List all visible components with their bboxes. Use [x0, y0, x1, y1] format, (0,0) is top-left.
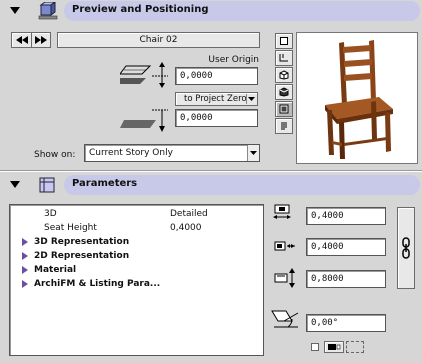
user-origin-label: User Origin [208, 55, 259, 65]
rotation-angle-input[interactable]: 0,00° [306, 314, 386, 332]
user-origin-height-icon [120, 62, 168, 88]
reference-dropdown-label: to Project Zero [184, 94, 247, 104]
show-on-value: Current Story Only [89, 148, 173, 158]
3d-box-icon[interactable] [275, 67, 293, 83]
param-group-2d[interactable]: 2D Representation [10, 249, 263, 263]
floor-plan-icon[interactable] [275, 33, 293, 49]
mirror-normal-icon [328, 344, 341, 350]
param-label: Seat Height [44, 223, 97, 233]
elevation-input[interactable]: 0,0000 [175, 109, 258, 127]
collapse-triangle-icon[interactable] [10, 7, 20, 14]
show-on-label: Show on: [34, 150, 76, 160]
expand-triangle-icon[interactable] [22, 280, 28, 288]
show-on-select[interactable]: Current Story Only [84, 144, 260, 162]
param-group-listing[interactable]: ArchiFM & Listing Para... [10, 277, 263, 291]
expand-triangle-icon[interactable] [22, 238, 28, 246]
select-arrow-icon [247, 145, 259, 161]
dimension-a-input[interactable]: 0,4000 [306, 207, 386, 225]
param-row[interactable]: 3D Detailed [10, 207, 263, 221]
3d-solid-icon[interactable] [275, 84, 293, 100]
section-divider [0, 170, 422, 172]
elevation-icon [120, 109, 168, 132]
param-value: 0,4000 [170, 223, 202, 233]
rotation-angle-icon [271, 310, 299, 328]
mirror-flipped-button[interactable] [346, 341, 364, 353]
height-c-icon [274, 268, 295, 288]
list-icon[interactable] [275, 118, 293, 134]
object-preview-pane [296, 32, 418, 164]
expand-triangle-icon[interactable] [22, 252, 28, 260]
previous-object-button[interactable] [12, 33, 32, 47]
preview-section-icon [38, 2, 58, 20]
parameters-section-title: Parameters [72, 178, 138, 189]
object-name-field[interactable]: Chair 02 [57, 32, 260, 48]
mirror-off-button[interactable] [311, 343, 319, 351]
group-label: Material [34, 265, 77, 275]
fast-forward-icon [35, 36, 47, 44]
parameters-section-icon [39, 177, 55, 193]
chair-preview-image [325, 40, 393, 159]
group-label: 3D Representation [34, 237, 130, 247]
user-origin-input[interactable]: 0,0000 [175, 67, 258, 85]
param-label: 3D [44, 209, 57, 219]
expand-triangle-icon[interactable] [22, 266, 28, 274]
rewind-icon [15, 36, 28, 44]
param-row[interactable]: Seat Height 0,4000 [10, 221, 263, 235]
depth-b-icon [274, 241, 295, 251]
mirror-normal-button[interactable] [324, 341, 344, 353]
group-label: 2D Representation [34, 251, 130, 261]
proportion-lock-button[interactable] [397, 207, 415, 289]
next-object-button[interactable] [32, 33, 50, 47]
chain-link-icon [402, 237, 410, 259]
view-mode-buttons [275, 33, 293, 134]
param-value: Detailed [170, 209, 208, 219]
param-group-3d[interactable]: 3D Representation [10, 235, 263, 249]
dimension-b-input[interactable]: 0,4000 [306, 238, 386, 256]
reference-dropdown[interactable]: to Project Zero [175, 92, 258, 106]
section-icon[interactable] [275, 50, 293, 66]
parameters-section-header[interactable]: Parameters [4, 174, 420, 196]
preview-image-icon[interactable] [275, 101, 293, 117]
preview-section-title: Preview and Positioning [72, 4, 209, 15]
collapse-triangle-icon[interactable] [10, 181, 20, 188]
parameters-list[interactable]: 3D Detailed Seat Height 0,4000 3D Repres… [9, 204, 264, 356]
nav-button-group [11, 32, 51, 48]
param-group-material[interactable]: Material [10, 263, 263, 277]
group-label: ArchiFM & Listing Para... [34, 279, 161, 289]
dropdown-arrow-icon [246, 94, 255, 104]
width-a-icon [273, 204, 291, 219]
dimension-c-input[interactable]: 0,8000 [306, 270, 386, 288]
preview-section-header[interactable]: Preview and Positioning [4, 0, 420, 22]
